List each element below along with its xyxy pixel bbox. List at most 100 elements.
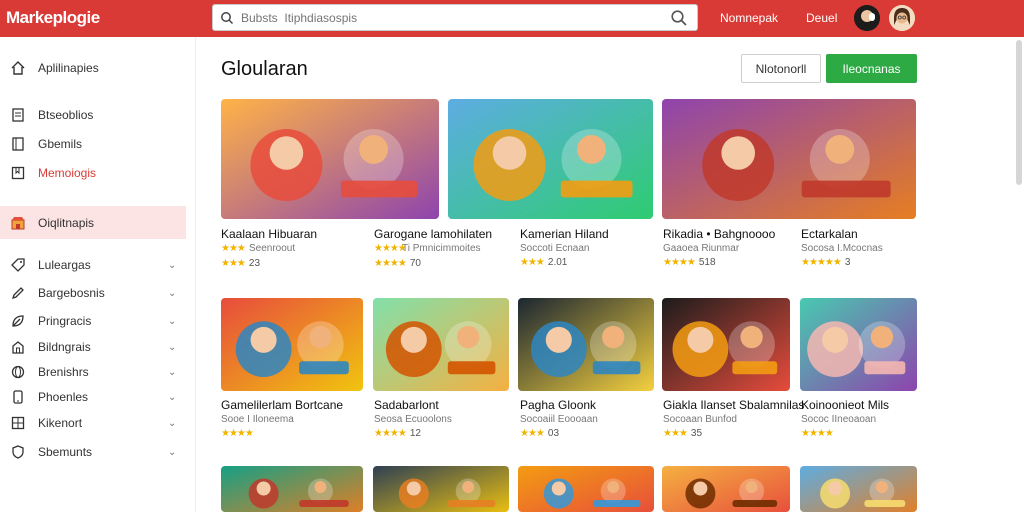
app-name[interactable]: Kaalaan Hibuaran (221, 227, 317, 241)
app-rating: ★★★ 03 (520, 428, 559, 439)
app-developer: Ti Pmnicimmoites (402, 243, 481, 254)
scrollbar[interactable] (1016, 40, 1022, 185)
tag-icon (10, 257, 26, 273)
app-thumbnail[interactable] (662, 99, 916, 219)
sidebar-item-1[interactable]: Aplilinapies (0, 55, 186, 81)
app-developer: Soccoti Ecnaan (520, 243, 590, 254)
chevron-down-icon[interactable]: ⌄ (168, 418, 176, 429)
chevron-down-icon[interactable]: ⌄ (168, 316, 176, 327)
app-name[interactable]: Gamelilerlam Bortcane (221, 398, 343, 412)
app-thumbnail[interactable] (800, 466, 917, 512)
chevron-down-icon[interactable]: ⌄ (168, 288, 176, 299)
search-box[interactable] (212, 4, 698, 31)
app-name[interactable]: Kamerian Hiland (520, 227, 609, 241)
home-icon (10, 60, 26, 76)
app-rating-secondary: ★★★★ 70 (374, 258, 421, 269)
chevron-down-icon[interactable]: ⌄ (168, 367, 176, 378)
app-thumbnail[interactable] (662, 298, 790, 391)
app-rating: ★★★★ 518 (663, 257, 716, 268)
rating-value: 518 (698, 257, 716, 268)
document-icon (10, 107, 26, 123)
star-icon: ★★★★ (374, 258, 407, 269)
sidebar-item-label: Kikenort (38, 416, 83, 430)
app-rating: ★★★★★ 3 (801, 257, 850, 268)
app-name[interactable]: Koinoonieot Mils (801, 398, 889, 412)
star-icon: ★★★ (221, 258, 246, 269)
search-input[interactable] (241, 5, 661, 30)
app-logo[interactable]: Markeplogie (6, 8, 100, 28)
chevron-down-icon[interactable]: ⌄ (168, 342, 176, 353)
app-thumbnail[interactable] (662, 466, 790, 512)
app-developer: Seosa Ecuoolons (374, 414, 452, 425)
app-rating-secondary: ★★★ 23 (221, 258, 260, 269)
app-name[interactable]: Sadabarlont (374, 398, 439, 412)
leaf-icon (10, 313, 26, 329)
sidebar-item-4[interactable]: Memoiogis (0, 160, 186, 186)
app-developer: Sooe I Iloneema (221, 414, 294, 425)
app-name[interactable]: Rikadia • Bahgnoooo (663, 227, 775, 241)
star-icon: ★★★ (221, 243, 246, 254)
star-icon: ★★★ (663, 428, 688, 439)
sidebar-item-label: Memoiogis (38, 166, 97, 180)
rating-value: 3 (844, 257, 851, 268)
chevron-down-icon[interactable]: ⌄ (168, 260, 176, 271)
bookmark-icon (10, 165, 26, 181)
star-icon: ★★★ (520, 428, 545, 439)
sidebar-item-10[interactable]: Brenishrs ⌄ (0, 359, 186, 385)
profile-avatar[interactable] (889, 5, 915, 31)
sidebar-item-7[interactable]: Bargebosnis ⌄ (0, 280, 186, 306)
house-outline-icon (10, 339, 26, 355)
app-developer: Sococ IIneoaoan (801, 414, 877, 425)
app-thumbnail[interactable] (373, 298, 509, 391)
sidebar-item-8[interactable]: Pringracis ⌄ (0, 308, 186, 334)
chevron-down-icon[interactable]: ⌄ (168, 392, 176, 403)
secondary-button[interactable]: Nlotonorll (741, 54, 821, 83)
app-thumbnail[interactable] (221, 99, 439, 219)
avatar[interactable] (854, 5, 880, 31)
sidebar-item-label: Sbemunts (38, 445, 93, 459)
app-thumbnail[interactable] (518, 298, 654, 391)
app-rating: ★★★★ 12 (374, 428, 421, 439)
sidebar-item-2[interactable]: Btseoblios (0, 102, 186, 128)
top-link-2[interactable]: Deuel (806, 11, 837, 25)
globe-icon (10, 364, 26, 380)
search-submit-icon[interactable] (661, 4, 697, 31)
sidebar-item-5[interactable]: Oiqlitnapis (0, 206, 186, 239)
sidebar-item-13[interactable]: Sbemunts ⌄ (0, 439, 186, 465)
sidebar-item-3[interactable]: Gbemils (0, 131, 186, 157)
app-rating: ★★★ (221, 243, 246, 254)
sidebar-item-label: Gbemils (38, 137, 83, 151)
sidebar-item-11[interactable]: Phoenles ⌄ (0, 384, 186, 410)
app-developer: Socoaiil Eoooaan (520, 414, 598, 425)
app-thumbnail[interactable] (800, 298, 917, 391)
star-icon: ★★★★ (374, 428, 407, 439)
chevron-down-icon[interactable]: ⌄ (168, 447, 176, 458)
page-title: Gloularan (221, 58, 308, 80)
top-bar: Markeplogie Nomnepak Deuel (0, 0, 1024, 37)
app-name[interactable]: Garogane lamohilaten (374, 227, 492, 241)
rating-value: 12 (409, 428, 421, 439)
star-icon: ★★★ (520, 257, 545, 268)
rating-value: 23 (248, 258, 261, 269)
rating-value: 70 (409, 258, 421, 269)
sidebar-item-6[interactable]: Luleargas ⌄ (0, 252, 186, 278)
app-thumbnail[interactable] (221, 466, 363, 512)
sidebar: Aplilinapies Btseoblios Gbemils Memoiogi… (0, 37, 196, 512)
app-name[interactable]: Pagha Gloonk (520, 398, 596, 412)
sidebar-item-label: Luleargas (38, 258, 91, 272)
top-link-1[interactable]: Nomnepak (720, 11, 778, 25)
app-thumbnail[interactable] (518, 466, 654, 512)
sidebar-item-label: Phoenles (38, 390, 89, 404)
app-name[interactable]: Ectarkalan (801, 227, 858, 241)
app-name[interactable]: Giakla Ilanset Sbalamnilas (663, 398, 804, 412)
grid-icon (10, 415, 26, 431)
sidebar-item-label: Bildngrais (38, 340, 91, 354)
sidebar-item-9[interactable]: Bildngrais ⌄ (0, 334, 186, 360)
app-developer: Socosa I.Mcocnas (801, 243, 883, 254)
pencil-icon (10, 285, 26, 301)
app-thumbnail[interactable] (373, 466, 509, 512)
app-thumbnail[interactable] (448, 99, 653, 219)
sidebar-item-12[interactable]: Kikenort ⌄ (0, 410, 186, 436)
primary-button[interactable]: Ileocnanas (826, 54, 917, 83)
app-thumbnail[interactable] (221, 298, 363, 391)
